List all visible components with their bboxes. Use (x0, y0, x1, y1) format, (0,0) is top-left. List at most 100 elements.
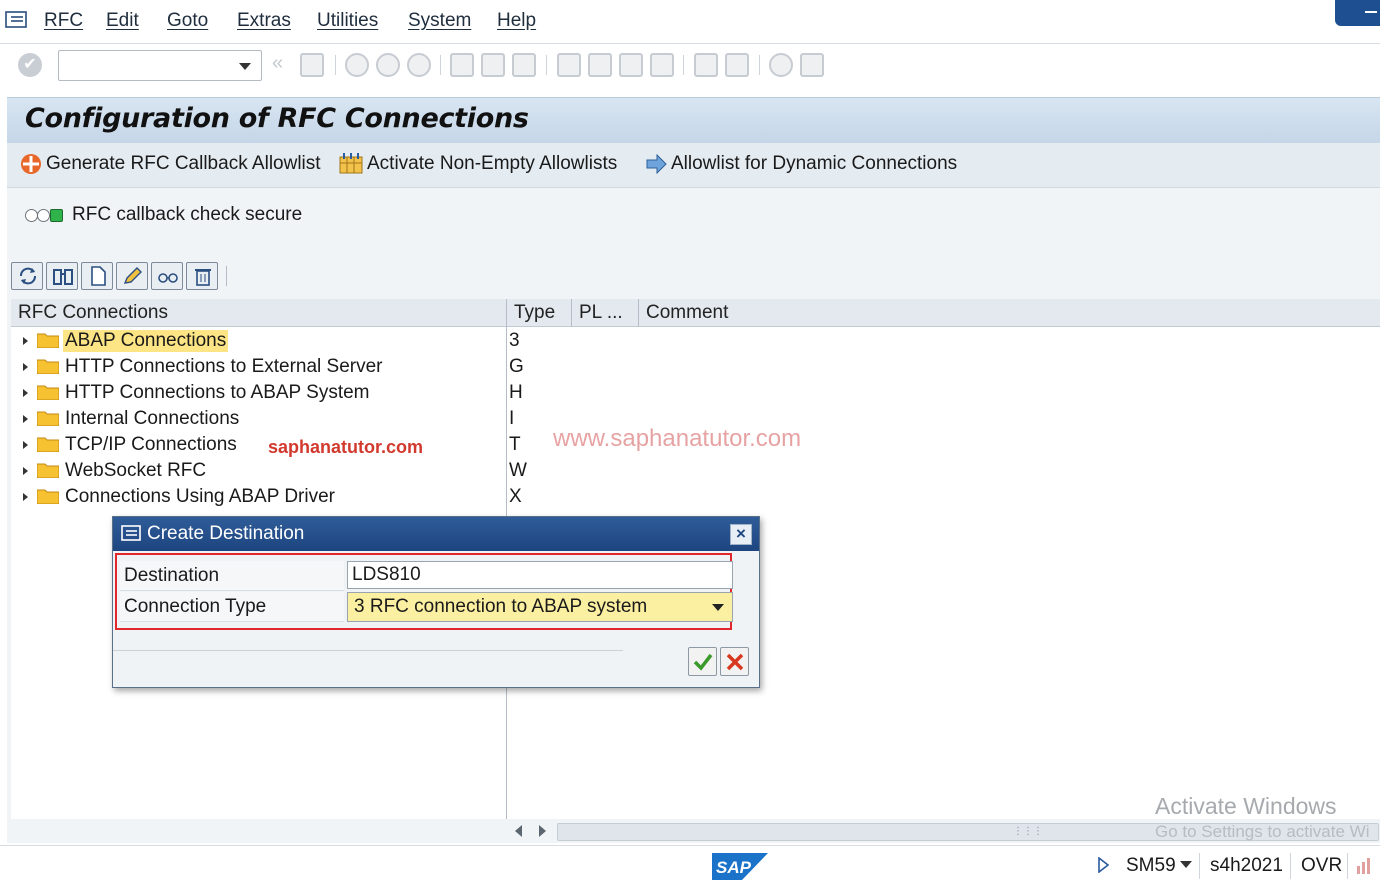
activate-icon (339, 153, 363, 174)
menu-system[interactable]: System (408, 10, 471, 32)
connection-type-select[interactable]: 3 RFC connection to ABAP system (347, 592, 733, 622)
expand-icon[interactable] (23, 441, 28, 449)
enter-icon[interactable]: ✔ (18, 53, 42, 77)
folder-icon (37, 489, 59, 504)
status-separator (1199, 853, 1200, 879)
find-next-icon[interactable] (512, 53, 536, 77)
checkmark-icon (693, 653, 713, 671)
chevron-down-icon[interactable] (239, 63, 251, 70)
status-chart-icon[interactable] (1355, 856, 1373, 876)
column-type[interactable]: Type (514, 302, 555, 324)
dialog-title-bar[interactable]: Create Destination × (113, 517, 759, 551)
watermark-text: saphanatutor.com (268, 437, 424, 457)
tree-row[interactable]: WebSocket RFC (11, 458, 511, 484)
close-icon[interactable]: × (730, 524, 752, 545)
input-mode[interactable]: OVR (1301, 855, 1342, 877)
tree-row[interactable]: TCP/IP Connections (11, 432, 511, 458)
destination-input[interactable]: LDS810 (347, 561, 733, 589)
column-pl[interactable]: PL ... (579, 302, 623, 324)
menu-help[interactable]: Help (497, 10, 536, 32)
last-page-icon[interactable] (650, 53, 674, 77)
binoculars-icon (53, 269, 73, 285)
column-divider[interactable] (571, 299, 572, 327)
refresh-button[interactable] (11, 262, 43, 290)
minimize-button[interactable] (1335, 0, 1380, 26)
folder-icon (37, 463, 59, 478)
confirm-button[interactable] (688, 647, 717, 676)
column-rfc-connections[interactable]: RFC Connections (18, 302, 168, 324)
connection-type-row: Connection Type 3 RFC connection to ABAP… (120, 592, 733, 622)
folder-icon (37, 359, 59, 374)
tree-row[interactable]: HTTP Connections to External Server (11, 354, 511, 380)
create-button[interactable] (81, 262, 113, 290)
first-page-icon[interactable] (557, 53, 581, 77)
dialog-divider (113, 650, 623, 651)
menu-rfc[interactable]: RFC (44, 10, 83, 32)
expand-icon[interactable] (23, 493, 28, 501)
display-button[interactable] (151, 262, 183, 290)
tree-row[interactable]: HTTP Connections to ABAP System (11, 380, 511, 406)
chevron-down-icon[interactable] (712, 604, 724, 611)
scroll-right-icon[interactable] (539, 825, 546, 837)
chevron-down-icon[interactable] (1180, 861, 1192, 869)
cancel-button[interactable] (720, 647, 749, 676)
menu-icon[interactable] (5, 10, 29, 30)
delete-button[interactable] (186, 262, 218, 290)
pencil-icon (123, 267, 142, 284)
previous-page-icon[interactable] (588, 53, 612, 77)
expand-icon[interactable] (23, 467, 28, 475)
status-play-icon[interactable] (1097, 857, 1109, 873)
find-button[interactable] (46, 262, 78, 290)
column-comment[interactable]: Comment (646, 302, 728, 324)
scroll-left-icon[interactable] (515, 825, 522, 837)
cancel-icon[interactable] (407, 53, 431, 77)
tree-row[interactable]: ABAP Connections (11, 328, 511, 354)
activate-windows-title: Activate Windows (1155, 793, 1337, 819)
type-cell: 3 (509, 330, 520, 351)
tree-row-label: ABAP Connections (63, 330, 229, 352)
print-icon[interactable] (450, 53, 474, 77)
save-icon[interactable] (300, 53, 324, 77)
back-icon[interactable] (345, 53, 369, 77)
menu-utilities[interactable]: Utilities (317, 10, 378, 32)
column-divider[interactable] (638, 299, 639, 327)
folder-icon (37, 437, 59, 452)
new-document-icon (91, 266, 106, 286)
change-button[interactable] (116, 262, 148, 290)
command-field[interactable] (58, 50, 262, 81)
activate-windows-hint: Go to Settings to activate Wi (1155, 822, 1370, 841)
menu-edit[interactable]: Edit (106, 10, 139, 32)
expand-icon[interactable] (23, 389, 28, 397)
find-icon[interactable] (481, 53, 505, 77)
new-session-icon[interactable] (694, 53, 718, 77)
expand-icon[interactable] (23, 415, 28, 423)
activate-allowlists-button[interactable]: Activate Non-Empty Allowlists (339, 153, 617, 175)
exit-icon[interactable] (376, 53, 400, 77)
layout-menu-icon[interactable] (800, 53, 824, 77)
expand-icon[interactable] (23, 337, 28, 345)
next-page-icon[interactable] (619, 53, 643, 77)
tree-header: RFC Connections Type PL ... Comment (11, 299, 1380, 327)
toolbar-separator (335, 55, 336, 75)
menu-bar: RFC Edit Goto Extras Utilities System He… (0, 0, 1380, 44)
tree-row-label: TCP/IP Connections (65, 434, 237, 455)
tree-row[interactable]: Internal Connections (11, 406, 511, 432)
type-cell: X (509, 486, 522, 507)
activate-allowlists-label: Activate Non-Empty Allowlists (367, 153, 618, 175)
glasses-icon (158, 273, 178, 283)
expand-icon[interactable] (23, 363, 28, 371)
double-chevron-icon[interactable]: « (272, 52, 283, 75)
destination-row: Destination LDS810 (120, 561, 733, 591)
tree-row-label: Internal Connections (65, 408, 240, 429)
generate-allowlist-button[interactable]: Generate RFC Callback Allowlist (20, 153, 321, 175)
type-cell: H (509, 382, 523, 403)
shortcut-icon[interactable] (725, 53, 749, 77)
dynamic-allowlist-button[interactable]: Allowlist for Dynamic Connections (645, 153, 957, 175)
type-cell: T (509, 434, 521, 455)
menu-extras[interactable]: Extras (237, 10, 291, 32)
help-icon[interactable] (769, 53, 793, 77)
close-x-icon (726, 653, 744, 671)
create-destination-dialog: Create Destination × Destination LDS810 … (112, 516, 760, 688)
menu-goto[interactable]: Goto (167, 10, 208, 32)
tree-row[interactable]: Connections Using ABAP Driver (11, 484, 511, 510)
